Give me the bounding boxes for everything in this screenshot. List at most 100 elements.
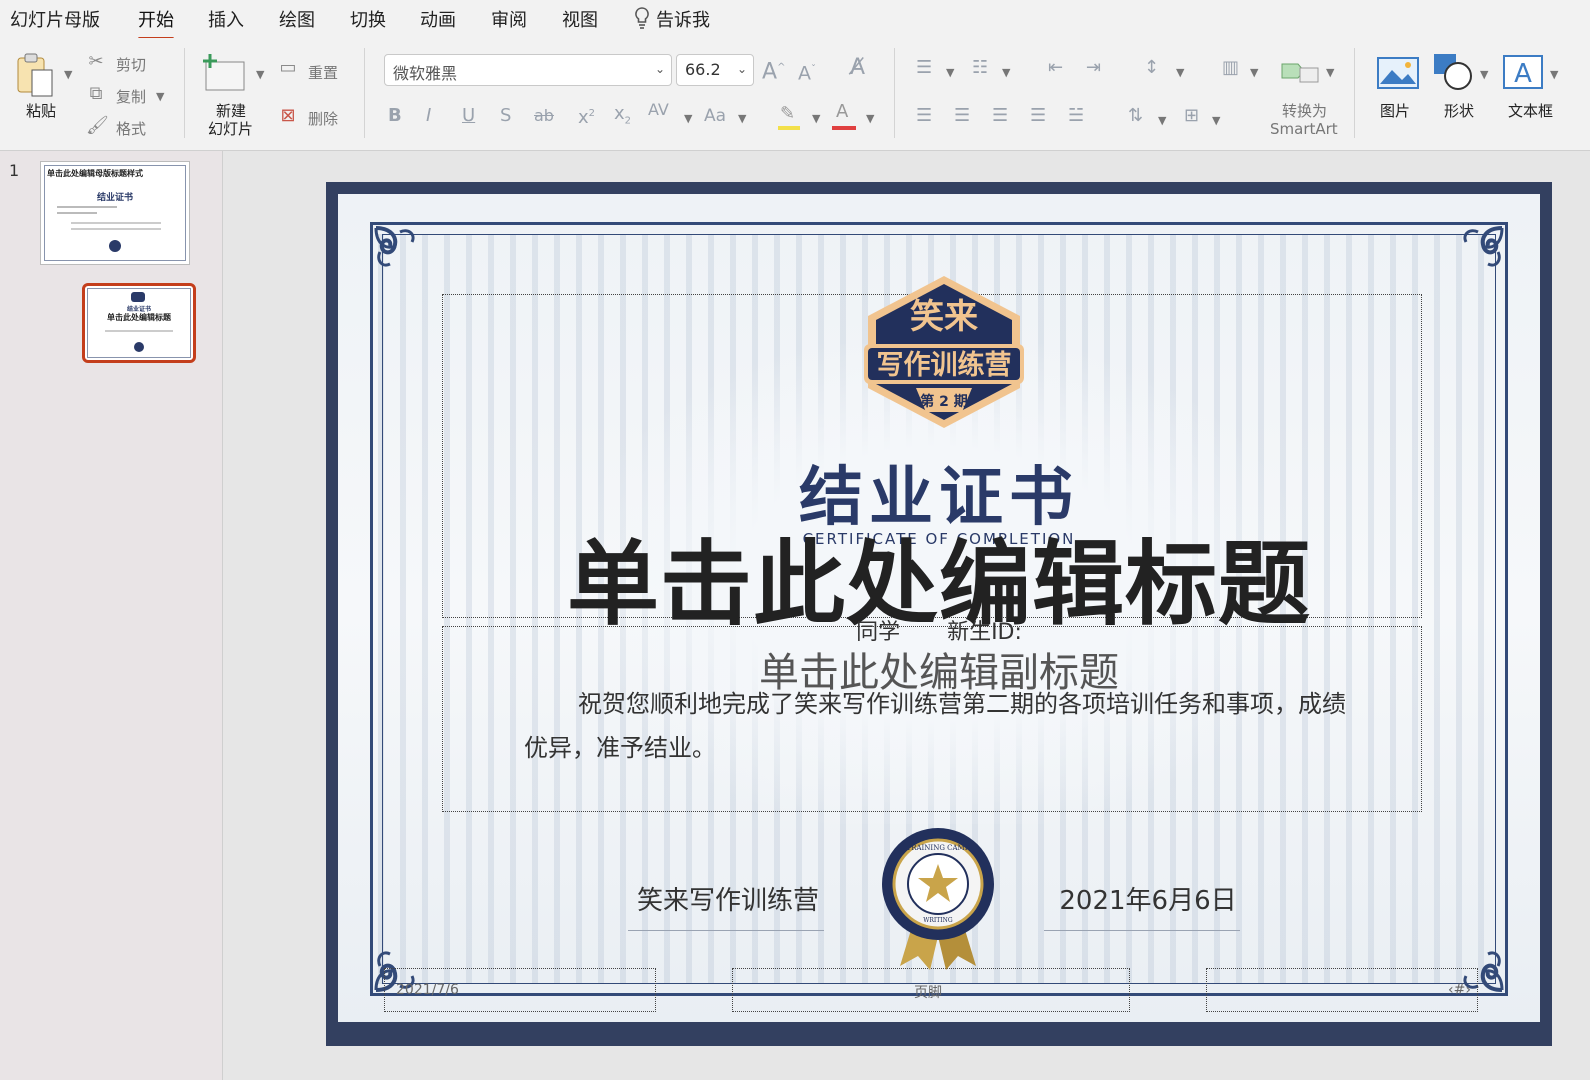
corner-ornament-icon: [1463, 226, 1504, 267]
smartart-label-2[interactable]: SmartArt: [1270, 120, 1338, 138]
char-spacing-dropdown-icon[interactable]: ▼: [684, 112, 692, 125]
bullets-icon[interactable]: ☰: [916, 58, 932, 78]
highlight-icon[interactable]: ✎: [780, 104, 795, 124]
change-case-dropdown-icon[interactable]: ▼: [738, 112, 746, 125]
copy-dropdown-icon[interactable]: ▼: [156, 90, 164, 103]
superscript-icon[interactable]: x2: [578, 104, 595, 128]
subscript-icon[interactable]: x2: [614, 104, 631, 132]
smartart-label-1[interactable]: 转换为: [1282, 102, 1327, 120]
font-name-value: 微软雅黑: [393, 64, 458, 83]
slide-number-placeholder[interactable]: [1206, 968, 1478, 1012]
new-slide-dropdown-icon[interactable]: ▼: [256, 68, 264, 81]
lightbulb-icon[interactable]: [632, 6, 652, 30]
italic-icon[interactable]: I: [426, 106, 431, 126]
align-center-icon[interactable]: ☰: [954, 106, 970, 126]
delete-button[interactable]: 删除: [308, 108, 338, 129]
decrease-indent-icon[interactable]: ⇤: [1048, 58, 1063, 78]
distributed-icon[interactable]: ☱: [1068, 106, 1084, 126]
textbox-dropdown-icon[interactable]: ▼: [1550, 68, 1558, 81]
increase-indent-icon[interactable]: ⇥: [1086, 58, 1101, 78]
bold-icon[interactable]: B: [388, 106, 402, 126]
cut-button[interactable]: 剪切: [116, 54, 146, 75]
underline-icon[interactable]: U: [462, 106, 475, 126]
thumbnail-layout[interactable]: 结业证书 单击此处编辑标题: [82, 283, 196, 363]
shape-button[interactable]: 形状: [1444, 102, 1474, 120]
seal-icon: TRAINING CAMP WRITING: [882, 828, 994, 970]
shape-dropdown-icon[interactable]: ▼: [1480, 68, 1488, 81]
badge-top-text: 笑来: [910, 297, 978, 337]
certificate-body-text: 祝贺您顺利地完成了笑来写作训练营第二期的各项培训任务和事项，成绩优异，准予结业。: [524, 690, 1346, 762]
tab-home[interactable]: 开始: [138, 6, 174, 40]
footer-date-text: 2021/7/6: [396, 982, 459, 998]
picture-icon[interactable]: [1376, 54, 1420, 90]
textbox-button[interactable]: 文本框: [1508, 102, 1553, 120]
tab-animations[interactable]: 动画: [420, 6, 456, 32]
change-case-icon[interactable]: Aa: [704, 106, 726, 126]
smartart-icon[interactable]: [1278, 54, 1322, 88]
tab-slide-master[interactable]: 幻灯片母版: [10, 6, 100, 32]
thumbnail-master[interactable]: 单击此处编辑母版标题样式 结业证书: [40, 161, 190, 265]
font-name-select[interactable]: 微软雅黑 ⌄: [384, 54, 672, 86]
copy-icon: ⧉: [89, 83, 103, 104]
tab-transitions[interactable]: 切换: [350, 6, 386, 32]
numbering-icon[interactable]: ☷: [972, 58, 988, 78]
thumbnail-master-title: 单击此处编辑母版标题样式: [47, 169, 143, 178]
char-spacing-icon[interactable]: AV: [648, 100, 669, 120]
align-right-icon[interactable]: ☰: [992, 106, 1008, 126]
columns-dropdown-icon[interactable]: ▼: [1250, 66, 1258, 79]
paste-dropdown-icon[interactable]: ▼: [64, 68, 72, 81]
footer-number-text: ‹#›: [1448, 982, 1471, 998]
thumbnail-layout-title: 单击此处编辑标题: [107, 313, 171, 322]
bullets-dropdown-icon[interactable]: ▼: [946, 66, 954, 79]
smartart-dropdown-icon[interactable]: ▼: [1326, 66, 1334, 79]
text-direction-dropdown-icon[interactable]: ▼: [1158, 114, 1166, 127]
highlight-dropdown-icon[interactable]: ▼: [812, 112, 820, 125]
signature-date: 2021年6月6日: [1059, 886, 1237, 916]
tab-draw[interactable]: 绘图: [279, 6, 315, 32]
tab-review[interactable]: 审阅: [491, 6, 527, 32]
tab-view[interactable]: 视图: [562, 6, 598, 32]
columns-icon[interactable]: ▥: [1222, 58, 1239, 78]
format-painter-icon: 🖌: [86, 115, 109, 136]
line-spacing-dropdown-icon[interactable]: ▼: [1176, 66, 1184, 79]
slide[interactable]: 笑来 写作训练营 第 2 期 结业证书 CERTIFICATE OF COMPL…: [326, 182, 1552, 1046]
align-text-dropdown-icon[interactable]: ▼: [1212, 114, 1220, 127]
grow-font-icon[interactable]: A^: [762, 58, 785, 83]
svg-text:A: A: [1514, 59, 1532, 89]
picture-button[interactable]: 图片: [1380, 102, 1410, 120]
corner-ornament-icon: [374, 226, 415, 267]
new-slide-icon[interactable]: [200, 52, 248, 92]
font-color-dropdown-icon[interactable]: ▼: [866, 112, 874, 125]
numbering-dropdown-icon[interactable]: ▼: [1002, 66, 1010, 79]
seal-bottom-text: WRITING: [923, 917, 953, 924]
badge-main-text: 写作训练营: [877, 349, 1012, 381]
shrink-font-icon[interactable]: Aˇ: [798, 60, 816, 83]
shape-icon[interactable]: [1432, 52, 1476, 92]
shadow-icon[interactable]: S: [500, 106, 511, 126]
text-direction-icon[interactable]: ⇅: [1128, 106, 1143, 126]
align-text-icon[interactable]: ⊞: [1184, 106, 1199, 126]
reset-button[interactable]: 重置: [308, 62, 338, 83]
line-spacing-icon[interactable]: ↕: [1144, 58, 1159, 78]
justify-icon[interactable]: ☰: [1030, 106, 1046, 126]
scissors-icon: ✂: [88, 51, 104, 72]
strikethrough-icon[interactable]: ab: [534, 106, 554, 126]
paste-button[interactable]: 粘贴: [26, 102, 56, 120]
chevron-down-icon: ⌄: [736, 62, 747, 76]
font-size-select[interactable]: 66.2 ⌄: [676, 54, 754, 86]
align-left-icon[interactable]: ☰: [916, 106, 932, 126]
font-color-icon[interactable]: A: [836, 102, 848, 122]
tab-insert[interactable]: 插入: [208, 6, 244, 32]
paste-icon[interactable]: [14, 52, 58, 98]
textbox-icon[interactable]: A: [1502, 52, 1544, 92]
slide-thumbnail-panel: 1 单击此处编辑母版标题样式 结业证书 结业证书 单击此处编辑标题: [0, 151, 223, 1080]
format-painter-button[interactable]: 格式: [116, 118, 146, 139]
tell-me[interactable]: 告诉我: [656, 6, 710, 32]
copy-button[interactable]: 复制: [116, 86, 146, 107]
new-slide-label-2[interactable]: 幻灯片: [208, 120, 253, 138]
clear-format-icon[interactable]: A̸: [850, 57, 865, 79]
slide-number: 1: [9, 161, 20, 180]
ribbon: ▼ 粘贴 ✂ 剪切 ⧉ 复制 ▼ 🖌 格式 ▼ 新建 幻灯片 ▭ 重置 ⊠ 删除…: [0, 38, 1590, 151]
footer-center-text: 页脚: [914, 985, 942, 1001]
new-slide-label-1[interactable]: 新建: [216, 102, 246, 120]
